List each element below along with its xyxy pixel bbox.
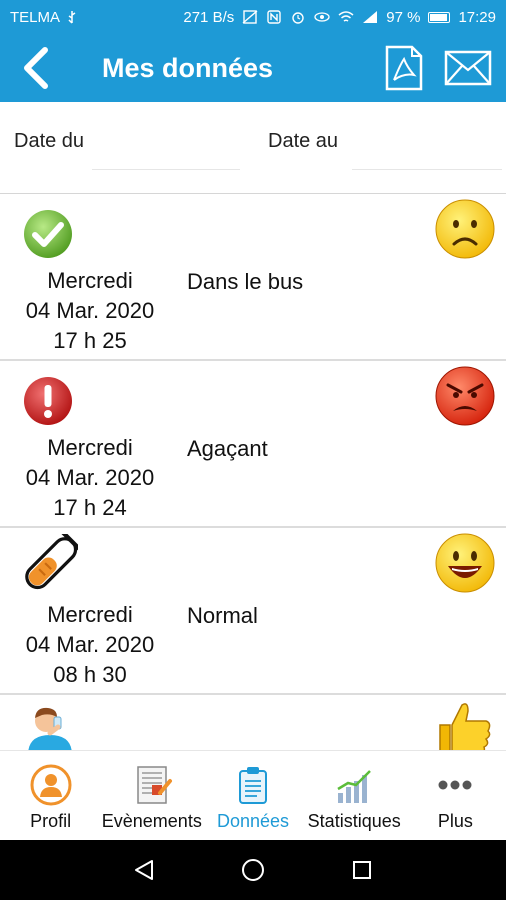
drinking-person-icon <box>28 707 72 750</box>
tab-plus[interactable]: Plus <box>405 751 506 840</box>
date-from-input[interactable] <box>92 112 240 170</box>
statistics-icon <box>337 770 372 803</box>
status-right: 271 B/s 97 % 17:29 <box>183 9 496 26</box>
list-item[interactable]: Mercredi 04 Mar. 2020 17 h 24 Agaçant <box>0 361 506 528</box>
circle-home-icon <box>241 859 264 881</box>
wifi-icon <box>338 10 354 24</box>
status-bar: TELMA 271 B/s 97 % 17:29 <box>0 0 506 34</box>
entry-time: 17 h 24 <box>53 495 127 520</box>
system-home-button[interactable] <box>233 850 273 890</box>
bottom-navigation: Profil Evènements Données Statistiques P… <box>0 750 506 840</box>
status-left: TELMA <box>10 9 80 26</box>
tab-donnees[interactable]: Données <box>202 751 303 840</box>
happy-face-icon <box>435 533 495 593</box>
usb-icon <box>64 10 80 24</box>
back-chevron-icon <box>24 47 48 89</box>
battery-icon <box>428 11 451 23</box>
profile-icon <box>30 764 72 806</box>
entry-time: 08 h 30 <box>53 662 127 687</box>
events-icon <box>137 766 172 804</box>
nfc-icon <box>266 10 282 24</box>
test-tube-icon <box>25 534 78 590</box>
system-navigation <box>0 840 506 900</box>
sad-face-icon <box>435 199 495 259</box>
tab-label: Données <box>216 811 290 831</box>
entry-date: 04 Mar. 2020 <box>25 632 155 657</box>
system-recents-button[interactable] <box>342 850 382 890</box>
clock-time: 17:29 <box>458 8 496 26</box>
no-sim-icon <box>242 10 258 24</box>
tab-label: Plus <box>437 811 473 831</box>
send-mail-button[interactable] <box>436 34 500 102</box>
eye-icon <box>314 10 330 24</box>
entry-date: 04 Mar. 2020 <box>25 298 155 323</box>
data-icon <box>239 767 267 804</box>
entry-day: Mercredi <box>47 435 133 460</box>
system-back-button[interactable] <box>124 850 164 890</box>
carrier-name: TELMA <box>10 8 61 26</box>
entry-description: Agaçant <box>187 436 268 461</box>
date-filter: Date du Date au <box>0 102 506 194</box>
tab-statistiques[interactable]: Statistiques <box>304 751 405 840</box>
signal-icon <box>362 10 378 24</box>
entry-datetime: Mercredi 04 Mar. 2020 17 h 24 <box>0 433 180 523</box>
alarm-icon <box>290 10 306 24</box>
checkmark-icon <box>24 210 72 258</box>
network-speed: 271 B/s <box>183 8 235 26</box>
mail-icon <box>444 50 492 86</box>
date-to-input[interactable] <box>352 112 502 170</box>
export-pdf-button[interactable] <box>372 34 436 102</box>
back-button[interactable] <box>0 34 72 102</box>
tab-label: Evènements <box>101 811 202 831</box>
entry-day: Mercredi <box>47 268 133 293</box>
list-item[interactable]: Mercredi 04 Mar. 2020 17 h 25 Dans le bu… <box>0 194 506 361</box>
app-bar: Mes données <box>0 34 506 102</box>
entry-description: Dans le bus <box>187 269 304 294</box>
entry-date: 04 Mar. 2020 <box>25 465 155 490</box>
entry-day: Mercredi <box>47 602 133 627</box>
pdf-icon <box>385 45 423 91</box>
entry-description: Normal <box>187 603 258 628</box>
more-icon <box>438 780 472 790</box>
battery-percent: 97 % <box>386 8 421 26</box>
tab-label: Profil <box>30 811 72 831</box>
tab-evenements[interactable]: Evènements <box>101 751 202 840</box>
alert-icon <box>24 377 72 425</box>
entry-time: 17 h 25 <box>53 328 127 353</box>
angry-face-icon <box>435 366 495 426</box>
list-item[interactable]: Mercredi 04 Mar. 2020 08 h 30 Normal <box>0 528 506 695</box>
thumbs-up-icon <box>439 703 491 750</box>
triangle-back-icon <box>135 860 154 880</box>
tab-label: Statistiques <box>307 811 401 831</box>
data-list: Mercredi 04 Mar. 2020 17 h 25 Dans le bu… <box>0 194 506 750</box>
date-to-label: Date au <box>268 130 339 152</box>
page-title: Mes données <box>102 52 274 83</box>
square-recents-icon <box>352 861 371 879</box>
date-from-label: Date du <box>14 130 85 152</box>
tab-profil[interactable]: Profil <box>0 751 101 840</box>
entry-datetime: Mercredi 04 Mar. 2020 17 h 25 <box>0 266 180 356</box>
entry-datetime: Mercredi 04 Mar. 2020 08 h 30 <box>0 600 180 690</box>
list-item[interactable] <box>0 695 506 750</box>
